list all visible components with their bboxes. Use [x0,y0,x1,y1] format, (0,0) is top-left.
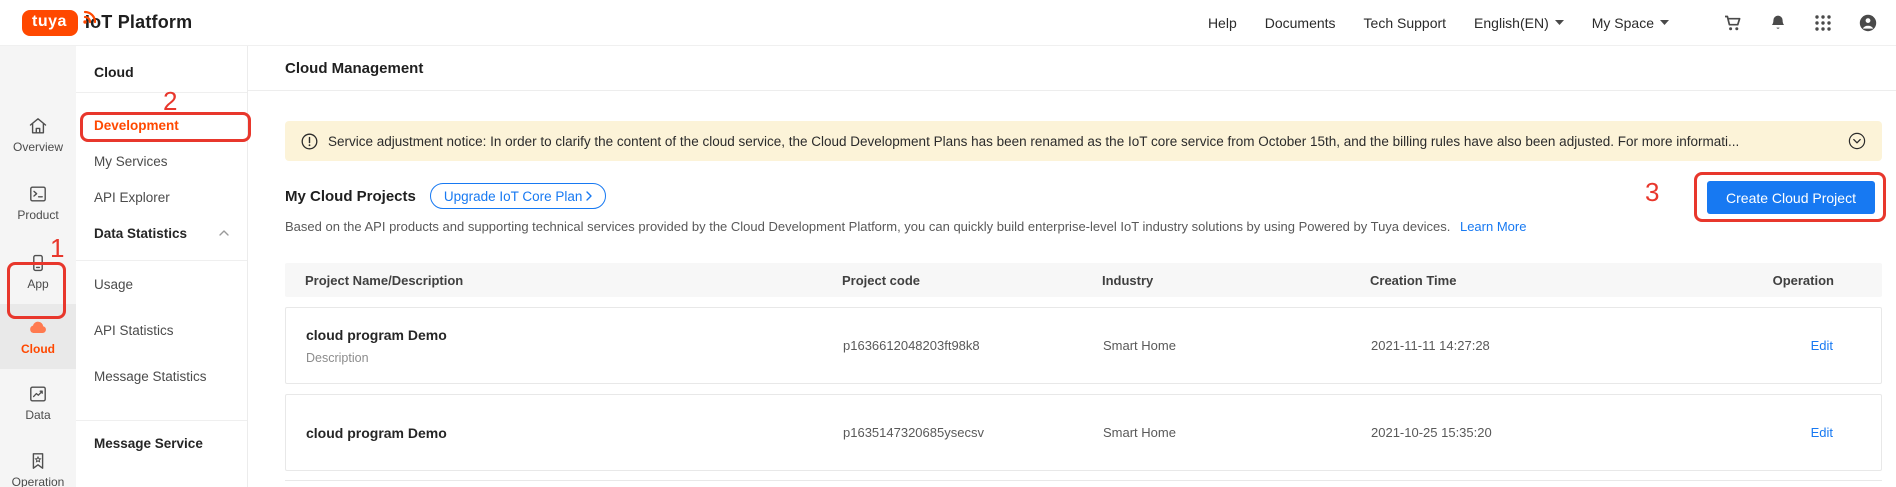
project-industry: Smart Home [1103,425,1176,440]
service-notice-banner: Service adjustment notice: In order to c… [285,121,1882,161]
cloud-submenu: Cloud Development My Services API Explor… [76,46,248,487]
tuya-logo-badge: tuya [22,9,78,36]
section-title: My Cloud Projects [285,187,416,205]
cloud-icon [30,321,46,333]
app-window: tuya IoT Platform Help Documents Tech Su… [0,0,1896,487]
submenu-divider [76,92,247,93]
upgrade-iot-core-plan-button[interactable]: Upgrade IoT Core Plan [429,183,607,209]
sidebar-label: Overview [12,140,63,154]
submenu-item-usage[interactable]: Usage [76,261,247,307]
info-circle-icon [301,133,318,149]
sidebar-label: App [27,277,49,291]
project-description: Description [306,350,369,365]
sidebar-item-operation[interactable]: Operation [0,451,76,487]
sidebar-label: Cloud [21,342,55,356]
col-operation: Operation [1772,272,1834,288]
page-title: Cloud Management [285,59,424,77]
left-icon-rail: Overview Product App Cloud Data Operatio… [0,46,76,487]
phone-icon [33,254,43,272]
project-name: cloud program Demo [306,424,447,441]
col-creation-time: Creation Time [1370,272,1457,288]
home-icon [29,118,47,134]
submenu-item-message-statistics[interactable]: Message Statistics [76,353,247,399]
language-dropdown[interactable]: English(EN) [1474,15,1564,31]
caret-down-icon [1554,20,1564,25]
logo-signal-icon [83,10,97,24]
tuya-logo[interactable]: tuya IoT Platform [22,9,193,36]
my-space-label: My Space [1591,14,1654,31]
cart-icon[interactable] [1723,13,1743,33]
sidebar-item-product[interactable]: Product [0,184,76,222]
caret-down-icon [1660,20,1669,25]
submenu-group-message-service[interactable]: Message Service [76,421,247,465]
nav-tech-support[interactable]: Tech Support [1364,15,1447,31]
sidebar-item-overview[interactable]: Overview [0,116,76,154]
project-creation-time: 2021-10-25 15:35:20 [1371,425,1492,440]
sidebar-item-app[interactable]: App [0,253,76,291]
notice-text: Service adjustment notice: In order to c… [328,133,1740,149]
header-nav: Help Documents Tech Support English(EN) … [1208,13,1878,33]
my-space-dropdown[interactable]: My Space [1592,15,1669,31]
table-header-row: Project Name/Description Project code In… [285,263,1882,297]
project-industry: Smart Home [1103,338,1176,353]
projects-table: Project Name/Description Project code In… [285,263,1882,482]
projects-header: My Cloud Projects Upgrade IoT Core Plan [285,181,1882,211]
project-code: p1636612048203ft98k8 [843,338,980,353]
edit-link[interactable]: Edit [1811,425,1833,440]
learn-more-link[interactable]: Learn More [1460,219,1526,234]
edit-link[interactable]: Edit [1811,338,1833,353]
terminal-icon [30,186,46,202]
main-content: Cloud Management Service adjustment noti… [248,46,1896,487]
submenu-list: Development My Services API Explorer Dat… [76,107,247,465]
bell-icon[interactable] [1768,13,1788,33]
submenu-item-api-explorer[interactable]: API Explorer [76,179,247,215]
col-industry: Industry [1102,272,1154,288]
apps-grid-icon[interactable] [1813,13,1833,33]
sidebar-label: Data [25,408,51,422]
projects-description-row: Based on the API products and supporting… [285,219,1882,234]
account-icon[interactable] [1858,13,1878,33]
language-label: English(EN) [1474,14,1549,31]
nav-documents[interactable]: Documents [1265,15,1336,31]
project-creation-time: 2021-11-11 14:27:28 [1371,338,1490,353]
col-project-name: Project Name/Description [305,272,464,288]
projects-description: Based on the API products and supporting… [285,219,1451,234]
chevron-up-icon [219,230,229,236]
platform-title: IoT Platform [84,12,193,32]
sidebar-label: Operation [11,475,65,487]
sidebar-label: Product [17,208,59,222]
page-title-bar: Cloud Management [248,46,1896,91]
table-row[interactable]: cloud program Demo Description p16366120… [285,307,1882,384]
submenu-item-development[interactable]: Development [76,107,247,143]
table-row[interactable]: cloud program Demo p1635147320685ysecsv … [285,394,1882,471]
header-icon-group [1723,13,1878,33]
project-name: cloud program Demo [306,326,447,343]
sidebar-item-cloud[interactable]: Cloud [0,318,76,356]
create-cloud-project-button[interactable]: Create Cloud Project [1707,181,1875,214]
submenu-title: Cloud [94,64,134,80]
chart-icon [30,386,46,402]
project-code: p1635147320685ysecsv [843,425,984,440]
sidebar-item-data[interactable]: Data [0,384,76,422]
bookmark-star-icon [32,453,44,469]
nav-help[interactable]: Help [1208,15,1237,31]
col-project-code: Project code [842,272,921,288]
submenu-group-data-statistics[interactable]: Data Statistics [76,215,247,251]
top-header: tuya IoT Platform Help Documents Tech Su… [0,0,1896,46]
chevron-right-icon [586,191,593,201]
submenu-item-api-statistics[interactable]: API Statistics [76,307,247,353]
chevron-down-circle-icon[interactable] [1848,132,1866,150]
submenu-item-my-services[interactable]: My Services [76,143,247,179]
table-row-partial [285,480,1882,482]
